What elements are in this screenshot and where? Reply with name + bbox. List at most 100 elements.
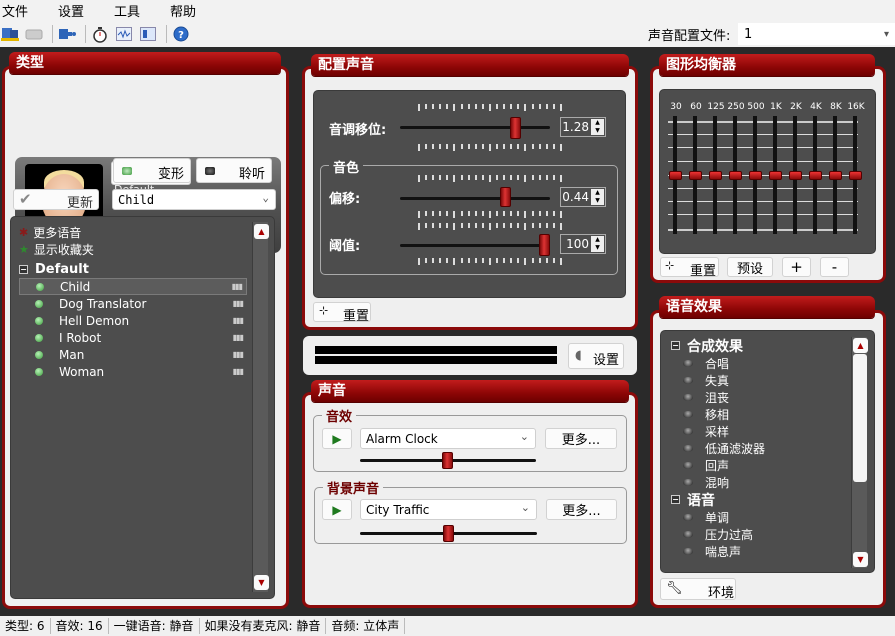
menu-settings[interactable]: 设置: [56, 1, 84, 20]
fx-item-label: 移相: [705, 408, 730, 422]
eq-band-slider[interactable]: [749, 171, 762, 180]
eq-plus-button[interactable]: +: [782, 257, 811, 277]
eq-band-slider[interactable]: [809, 171, 822, 180]
collapse-icon[interactable]: −: [19, 265, 28, 274]
fx-toggle-icon[interactable]: [683, 548, 693, 555]
pitch-slider[interactable]: [509, 117, 521, 139]
fx-list-scrollbar[interactable]: ▲ ▼: [851, 337, 868, 568]
voice-list-item[interactable]: Man ▮▮▮: [19, 346, 247, 363]
voice-list-item[interactable]: Hell Demon ▮▮▮: [19, 312, 247, 329]
tick-mark: [559, 144, 562, 151]
scroll-up-button[interactable]: ▲: [853, 338, 868, 353]
collapse-icon[interactable]: −: [671, 341, 680, 350]
effect-more-button[interactable]: 更多...: [545, 428, 617, 449]
eq-band-label: 1K: [770, 102, 782, 112]
effect-select-value: Alarm Clock: [366, 431, 438, 446]
update-button[interactable]: ✔ 更新: [13, 189, 99, 211]
tick-mark: [453, 211, 456, 218]
level-meter-panel: ◖ 设置: [303, 336, 637, 375]
fx-toggle-icon[interactable]: [683, 394, 693, 401]
eq-band-slider[interactable]: [769, 171, 782, 180]
signal-bars-icon: ▮▮▮: [232, 350, 244, 359]
keyboard-icon[interactable]: [24, 24, 44, 44]
eq-band-slider[interactable]: [669, 171, 682, 180]
effect-play-button[interactable]: ▶: [322, 428, 352, 449]
more-voices-icon: ✱: [19, 226, 29, 239]
voice-list-item[interactable]: I Robot ▮▮▮: [19, 329, 247, 346]
eq-band-slider[interactable]: [709, 171, 722, 180]
tick-mark: [432, 211, 435, 216]
fx-toggle-icon[interactable]: [683, 462, 693, 469]
fx-toggle-icon[interactable]: [683, 479, 693, 486]
fx-toggle-icon[interactable]: [683, 445, 693, 452]
eq-band-label: 8K: [830, 102, 842, 112]
audio-settings-button[interactable]: ◖ 设置: [568, 343, 624, 369]
fx-toggle-icon[interactable]: [683, 514, 693, 521]
voice-list-item[interactable]: Child ▮▮▮: [19, 278, 247, 295]
menu-help[interactable]: 帮助: [168, 1, 196, 20]
tick-mark: [460, 258, 463, 263]
environment-button[interactable]: 🔧︎ 环境: [660, 578, 736, 601]
voice-library-icon[interactable]: [0, 24, 20, 44]
eq-reset-button[interactable]: ⊹ 重置: [660, 257, 719, 279]
voice-select[interactable]: Child ⌄: [112, 189, 276, 210]
eq-band-slider[interactable]: [849, 171, 862, 180]
effect-volume-slider[interactable]: [442, 452, 453, 469]
help-icon[interactable]: ?: [171, 24, 191, 44]
waveform-icon[interactable]: [114, 24, 134, 44]
sound-profile-select[interactable]: 1 ▾: [738, 23, 895, 45]
scroll-up-button[interactable]: ▲: [254, 224, 269, 239]
spin-arrows-icon[interactable]: ▲ ▼: [591, 189, 604, 205]
threshold-spinbox[interactable]: 100 ▲ ▼: [560, 234, 606, 254]
eq-band-slider[interactable]: [829, 171, 842, 180]
tick-mark: [460, 175, 463, 180]
bg-volume-slider[interactable]: [442, 525, 454, 542]
fx-toggle-icon[interactable]: [683, 360, 693, 367]
menu-file[interactable]: 文件: [0, 1, 28, 20]
scroll-down-button[interactable]: ▼: [853, 552, 868, 567]
plugin-icon[interactable]: [57, 24, 77, 44]
tick-mark: [425, 175, 428, 180]
voice-group-default[interactable]: − Default: [19, 261, 247, 278]
spin-arrows-icon[interactable]: ▲ ▼: [591, 236, 604, 252]
more-voices-link[interactable]: ✱ 更多语音: [19, 224, 247, 241]
spin-arrows-icon[interactable]: ▲ ▼: [591, 119, 604, 135]
fx-toggle-icon[interactable]: [683, 428, 693, 435]
fx-toggle-icon[interactable]: [683, 377, 693, 384]
eq-band-slider[interactable]: [789, 171, 802, 180]
eq-band-slider[interactable]: [689, 171, 702, 180]
bg-select[interactable]: City Traffic ⌄: [360, 499, 537, 520]
fx-toggle-icon[interactable]: [683, 411, 693, 418]
voice-editor-icon[interactable]: [138, 24, 158, 44]
voice-list: ✱ 更多语音 ★ 显示收藏夹 − Default Child ▮▮▮ Dog Tra…: [10, 216, 275, 599]
collapse-icon[interactable]: −: [671, 495, 680, 504]
pitch-spinbox[interactable]: 1.28 ▲ ▼: [560, 117, 606, 137]
tick-mark: [488, 258, 491, 265]
bg-play-button[interactable]: ▶: [322, 499, 352, 520]
play-icon: ▶: [332, 502, 342, 517]
voice-list-item[interactable]: Dog Translator ▮▮▮: [19, 295, 247, 312]
fx-toggle-icon[interactable]: [683, 531, 693, 538]
offset-slider[interactable]: [499, 187, 511, 207]
threshold-slider[interactable]: [539, 234, 550, 256]
fx-scroll-thumb[interactable]: [853, 354, 867, 482]
tick-mark: [481, 104, 484, 109]
eq-preset-button[interactable]: 预设: [727, 257, 773, 277]
threshold-ticks: [418, 223, 562, 230]
offset-spinbox[interactable]: 0.44 ▲ ▼: [560, 187, 606, 207]
bg-more-button[interactable]: 更多...: [546, 499, 617, 520]
listen-button[interactable]: 聆听: [196, 158, 272, 183]
show-favorites-link[interactable]: ★ 显示收藏夹: [19, 241, 247, 258]
morph-button[interactable]: 变形: [113, 158, 191, 183]
tick-mark: [418, 144, 420, 151]
voice-list-item[interactable]: Woman ▮▮▮: [19, 363, 247, 380]
menu-tools[interactable]: 工具: [112, 1, 140, 20]
scroll-down-button[interactable]: ▼: [254, 575, 269, 590]
config-reset-button[interactable]: ⊹ 重置: [313, 302, 371, 324]
voice-list-scrollbar[interactable]: ▲ ▼: [252, 222, 269, 592]
eq-minus-button[interactable]: -: [820, 257, 849, 277]
stopwatch-icon[interactable]: [90, 24, 110, 44]
tick-mark: [538, 211, 541, 216]
effect-select[interactable]: Alarm Clock ⌄: [360, 428, 536, 449]
eq-band-slider[interactable]: [729, 171, 742, 180]
